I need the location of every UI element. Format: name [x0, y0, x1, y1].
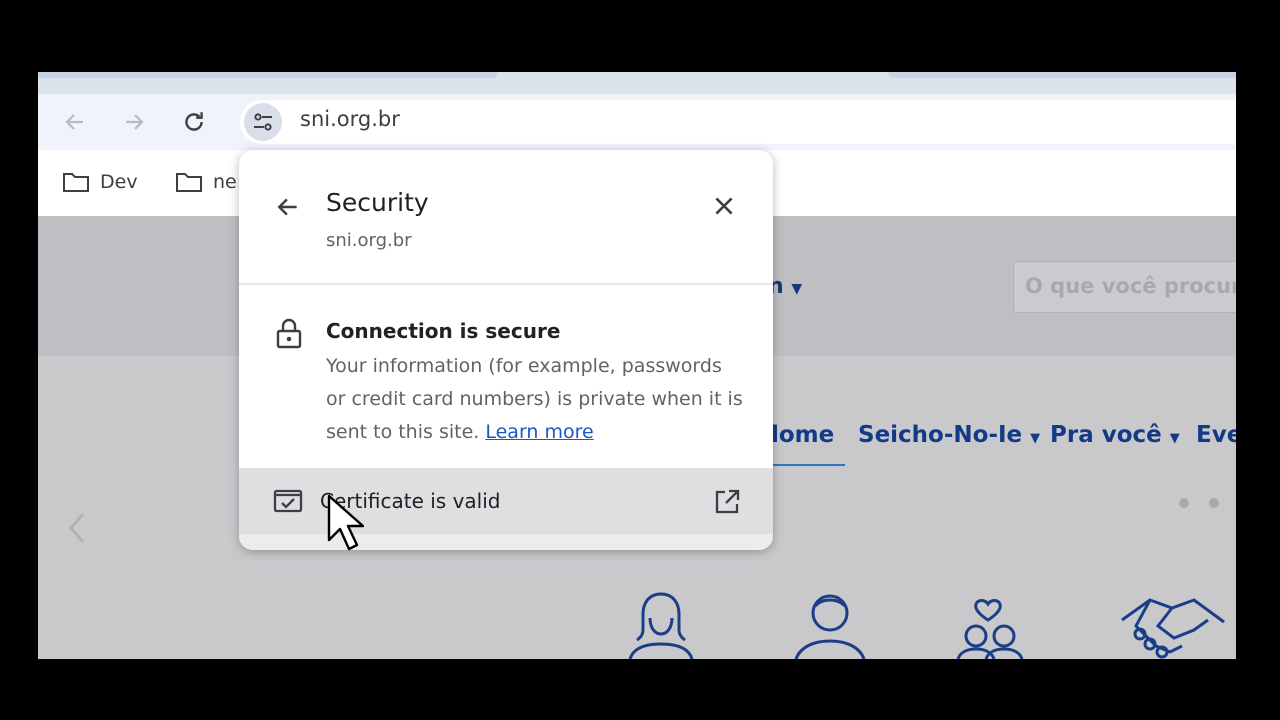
lock-icon	[275, 317, 303, 353]
header-menu[interactable]: n ▼	[768, 274, 802, 299]
arrow-left-icon	[277, 198, 297, 216]
close-icon	[715, 197, 733, 215]
tab[interactable]	[888, 72, 1236, 78]
bookmark-label: ne	[213, 171, 237, 193]
bookmark-folder-ne[interactable]: ne	[175, 170, 237, 194]
site-info-button[interactable]	[244, 103, 282, 141]
nav-pra-voce[interactable]: Pra você ▼	[1050, 422, 1180, 448]
carousel-dot[interactable]	[1209, 498, 1219, 508]
browser-window: sni.org.br Dev ne n ▼ O que você procur …	[38, 72, 1236, 659]
learn-more-link[interactable]: Learn more	[485, 421, 593, 443]
tab[interactable]	[38, 72, 498, 78]
nav-active-indicator	[768, 464, 845, 466]
woman-icon	[628, 592, 694, 659]
nav-eventos[interactable]: Eve	[1196, 422, 1236, 448]
arrow-left-icon	[65, 114, 83, 130]
nav-seicho-no-ie[interactable]: Seicho-No-Ie ▼	[858, 422, 1040, 448]
folder-icon	[176, 173, 202, 192]
folder-icon	[63, 173, 89, 192]
man-icon	[794, 594, 866, 659]
bookmark-folder-dev[interactable]: Dev	[62, 170, 138, 194]
popup-close-button[interactable]	[711, 193, 737, 223]
certificate-icon	[273, 489, 303, 517]
carousel-prev-button[interactable]	[65, 510, 89, 550]
url-text[interactable]: sni.org.br	[300, 107, 400, 131]
nav-home[interactable]: lome	[771, 422, 834, 448]
forward-button[interactable]	[119, 107, 149, 137]
mouse-cursor-icon	[327, 494, 364, 551]
tab-strip	[38, 72, 1236, 94]
search-placeholder: O que você procur	[1025, 274, 1236, 298]
handshake-icon	[1121, 598, 1225, 659]
chevron-left-icon	[69, 513, 85, 543]
tune-icon	[254, 113, 272, 131]
caret-down-icon: ▼	[1030, 431, 1041, 446]
popup-back-button[interactable]	[275, 194, 301, 224]
popup-title: Security	[326, 188, 429, 217]
connection-description: Your information (for example, passwords…	[326, 355, 743, 443]
security-popup: Security sni.org.br Connection is secure…	[239, 150, 773, 550]
caret-down-icon: ▼	[791, 281, 803, 297]
connection-status: Connection is secure	[326, 319, 561, 343]
bookmark-label: Dev	[100, 171, 138, 193]
popup-footer	[239, 534, 773, 550]
back-button[interactable]	[60, 107, 90, 137]
family-heart-icon	[956, 599, 1024, 659]
reload-icon	[185, 112, 203, 131]
arrow-right-icon	[126, 114, 144, 130]
search-input[interactable]: O que você procur	[1013, 261, 1236, 313]
carousel-dot[interactable]	[1179, 498, 1189, 508]
certificate-row[interactable]: Certificate is valid	[239, 468, 773, 534]
caret-down-icon: ▼	[1169, 431, 1180, 446]
popup-divider	[239, 283, 773, 285]
open-external-icon[interactable]	[713, 488, 741, 520]
popup-site: sni.org.br	[326, 230, 412, 251]
reload-button[interactable]	[179, 107, 209, 137]
toolbar: sni.org.br	[38, 94, 1236, 150]
